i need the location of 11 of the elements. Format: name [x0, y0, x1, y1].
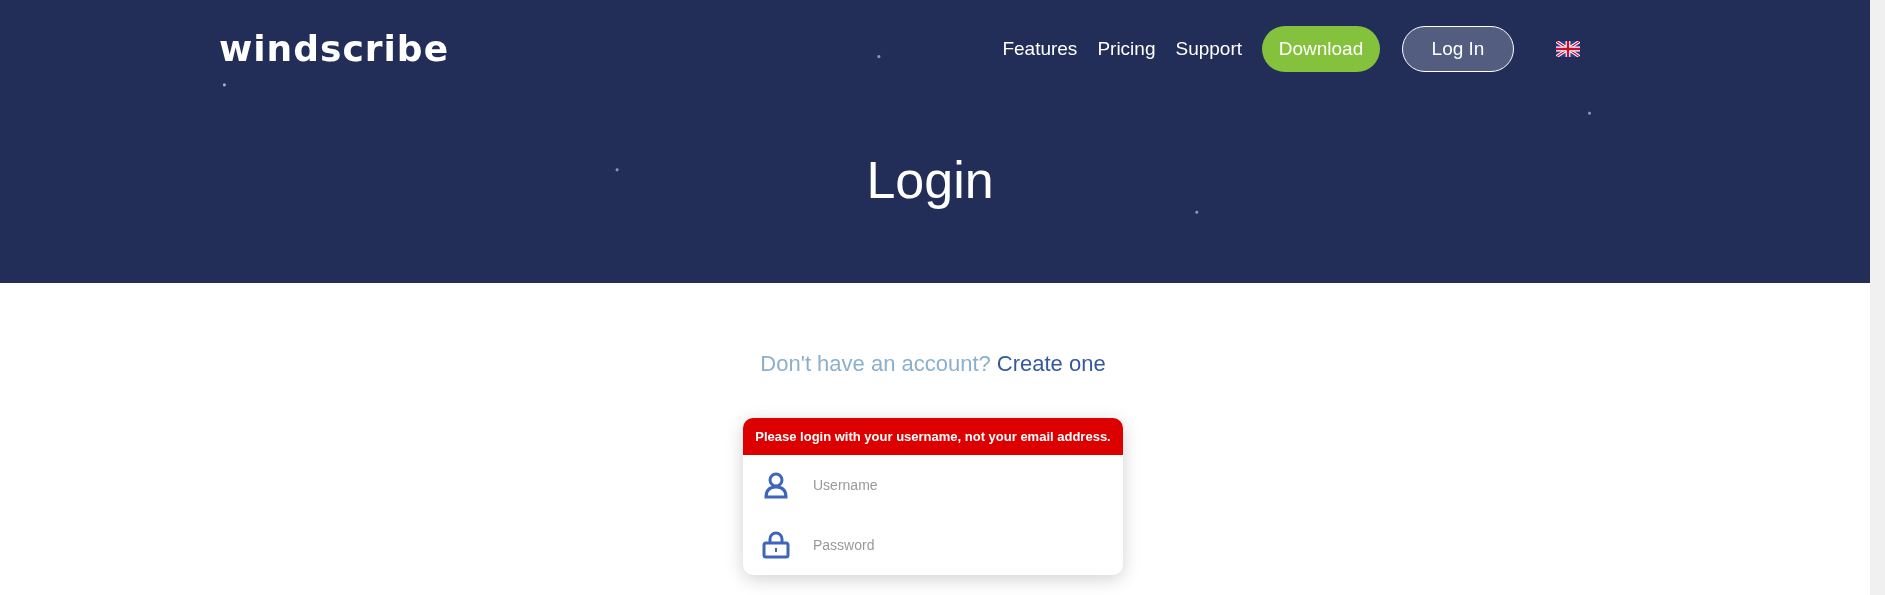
nav-link[interactable]: Support [1175, 38, 1242, 60]
nav-link[interactable]: Pricing [1097, 38, 1156, 60]
flag-icon[interactable] [1556, 41, 1580, 57]
signup-prompt: Don't have an account? [760, 351, 991, 377]
page-title: Login [865, 150, 995, 210]
nav-link[interactable]: Features [1002, 38, 1078, 60]
login-button[interactable]: Log In [1402, 26, 1514, 72]
error-message: Please login with your username, not your email address. [743, 418, 1123, 455]
create-account-link[interactable]: Create one [996, 351, 1106, 377]
logo[interactable]: windscribe [219, 31, 450, 67]
lock-icon [761, 530, 791, 560]
